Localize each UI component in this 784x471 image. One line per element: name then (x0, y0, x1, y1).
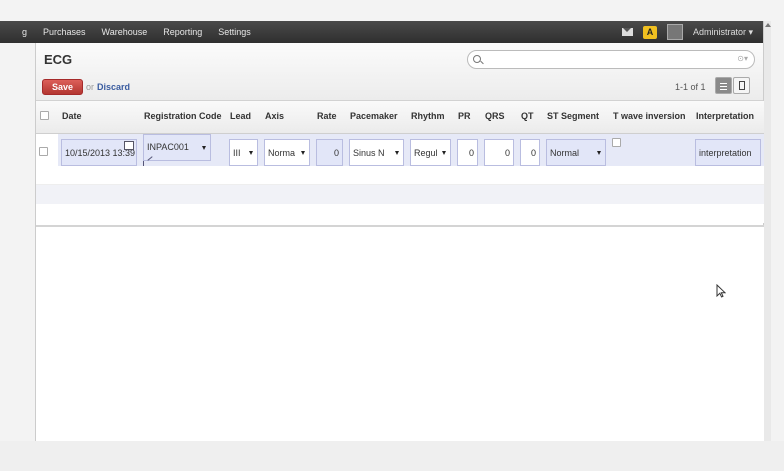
list-item (36, 204, 764, 223)
pacemaker-value: Sinus N (353, 147, 385, 158)
pager[interactable]: 1-1 of 1 (675, 82, 706, 92)
col-rate[interactable]: Rate (313, 101, 346, 134)
chevron-down-icon[interactable] (442, 151, 446, 155)
menu-item-settings[interactable]: Settings (218, 27, 251, 37)
col-date[interactable]: Date (58, 101, 140, 134)
col-st-segment[interactable]: ST Segment (543, 101, 609, 134)
col-qrs[interactable]: QRS (481, 101, 517, 134)
lead-select[interactable]: III (229, 139, 258, 166)
qrs-value: 0 (504, 147, 510, 158)
menu-item-cut[interactable]: g (22, 27, 27, 37)
rate-value: 0 (333, 147, 339, 158)
pr-field[interactable]: 0 (457, 139, 478, 166)
qt-value: 0 (530, 147, 536, 158)
table-header-row: Date Registration Code Lead Axis Rate Pa… (36, 101, 764, 134)
col-pacemaker[interactable]: Pacemaker (346, 101, 407, 134)
t-wave-inversion-checkbox[interactable] (612, 137, 621, 147)
chevron-down-icon[interactable] (202, 145, 206, 150)
list-item (36, 185, 764, 204)
menu-item-purchases[interactable]: Purchases (43, 27, 86, 37)
save-button[interactable]: Save (42, 79, 84, 95)
page-title: ECG (44, 52, 73, 67)
main-menu: g Purchases Warehouse Reporting Settings (22, 21, 251, 43)
mouse-cursor-icon (716, 283, 727, 298)
calendar-icon[interactable] (124, 141, 134, 150)
top-menu-bar: g Purchases Warehouse Reporting Settings… (0, 21, 763, 43)
user-menu[interactable]: Administrator ▾ (693, 27, 753, 38)
pacemaker-select[interactable]: Sinus N (349, 139, 404, 166)
registration-code-value: INPAC001 (147, 142, 189, 152)
col-registration-code[interactable]: Registration Code (140, 101, 226, 134)
col-axis[interactable]: Axis (261, 101, 313, 134)
chevron-down-icon[interactable] (395, 151, 399, 155)
scroll-up-icon[interactable] (765, 23, 771, 27)
menu-item-warehouse[interactable]: Warehouse (102, 27, 148, 37)
topbar-right: A Administrator ▾ (621, 21, 753, 43)
col-rhythm[interactable]: Rhythm (407, 101, 454, 134)
empty-area (36, 225, 764, 441)
view-header: ECG ⊙▾ Save or Discard 1-1 of 1 (36, 43, 763, 101)
pr-value: 0 (468, 147, 474, 158)
date-field[interactable]: 10/15/2013 13:39 (61, 139, 137, 166)
search-icon (473, 55, 481, 63)
chevron-down-icon[interactable] (301, 151, 305, 155)
avatar[interactable] (666, 24, 683, 40)
ecg-table: Date Registration Code Lead Axis Rate Pa… (36, 101, 764, 173)
registration-code-field[interactable]: INPAC001 (143, 133, 211, 161)
vertical-scrollbar[interactable] (763, 21, 771, 441)
select-all-checkbox[interactable] (40, 110, 49, 120)
st-segment-value: Normal (550, 147, 580, 158)
window-bottom-margin (0, 441, 784, 471)
search-options-icon[interactable]: ⊙▾ (737, 54, 748, 63)
alert-icon[interactable]: A (642, 25, 657, 39)
axis-value: Norma (268, 147, 296, 158)
interpretation-value: interpretation (699, 147, 752, 158)
col-pr[interactable]: PR (454, 101, 481, 134)
mail-icon[interactable] (621, 28, 633, 36)
row-checkbox[interactable] (39, 147, 48, 156)
col-t-wave-inversion[interactable]: T wave inversion (609, 101, 692, 134)
chevron-down-icon[interactable] (249, 151, 253, 155)
rhythm-select[interactable]: Regul (410, 139, 451, 166)
rate-field[interactable]: 0 (316, 139, 343, 166)
select-all-header[interactable] (36, 101, 58, 134)
st-segment-select[interactable]: Normal (546, 139, 606, 166)
or-label: or (86, 82, 95, 92)
list-item (36, 166, 764, 185)
col-interpretation[interactable]: Interpretation (692, 101, 764, 134)
form-view-button[interactable] (733, 77, 750, 94)
interpretation-field[interactable]: interpretation (695, 139, 761, 166)
discard-link[interactable]: Discard (97, 82, 130, 92)
col-qt[interactable]: QT (517, 101, 543, 134)
chevron-down-icon[interactable] (597, 151, 601, 155)
search-input[interactable]: ⊙▾ (467, 50, 755, 69)
axis-select[interactable]: Norma (264, 139, 310, 166)
list-view-button[interactable] (715, 77, 732, 94)
rhythm-value: Regul (414, 147, 438, 158)
menu-item-reporting[interactable]: Reporting (163, 27, 202, 37)
col-lead[interactable]: Lead (226, 101, 261, 134)
lead-value: III (233, 147, 241, 158)
main-content: ECG ⊙▾ Save or Discard 1-1 of 1 Date Reg… (35, 43, 764, 441)
qrs-field[interactable]: 0 (484, 139, 514, 166)
qt-field[interactable]: 0 (520, 139, 540, 166)
